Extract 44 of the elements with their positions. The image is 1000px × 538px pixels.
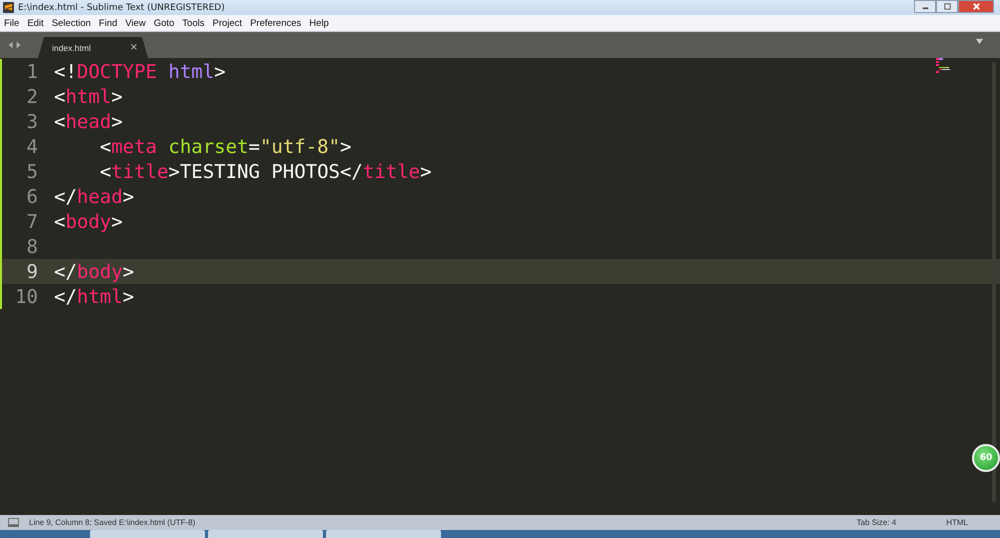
- menu-item[interactable]: Help: [309, 18, 329, 28]
- code-line: 10 </html>: [0, 284, 1000, 309]
- line-number: 2: [26, 86, 38, 108]
- line-number: 7: [26, 210, 38, 232]
- line-number: 4: [26, 136, 38, 158]
- menu-item[interactable]: Project: [212, 18, 242, 28]
- close-icon: [972, 2, 980, 11]
- code-line: 2 <html>: [0, 84, 1000, 109]
- minimap: [936, 58, 950, 73]
- status-message: Line 9, Column 8; Saved E:\index.html (UTF-8): [29, 518, 196, 527]
- code-line: 1 <!DOCTYPE html>: [0, 59, 1000, 84]
- speed-badge: 60: [972, 444, 1000, 472]
- menu-item[interactable]: Edit: [27, 18, 44, 28]
- syntax-mode[interactable]: HTML: [946, 518, 968, 527]
- maximize-button[interactable]: [936, 0, 958, 13]
- menu-item[interactable]: Preferences: [250, 18, 302, 28]
- code-line: 7 <body>: [0, 209, 1000, 234]
- menu-item[interactable]: Tools: [182, 18, 204, 28]
- panel-icon[interactable]: [8, 518, 19, 527]
- close-tab-button[interactable]: ×: [130, 42, 138, 53]
- line-number: 10: [14, 286, 38, 308]
- minimize-button[interactable]: [914, 0, 936, 13]
- code-line: 4 <meta charset="utf-8">: [0, 134, 1000, 159]
- file-tab[interactable]: index.html ×: [38, 37, 148, 58]
- menu-item[interactable]: Find: [98, 18, 118, 28]
- dropdown-icon[interactable]: [975, 38, 984, 45]
- code-line: 5 <title>TESTING PHOTOS</title>: [0, 159, 1000, 184]
- line-number: 8: [26, 236, 38, 258]
- menu-item[interactable]: Goto: [154, 18, 174, 28]
- line-number: 6: [26, 186, 38, 208]
- menu-item[interactable]: File: [4, 18, 20, 28]
- maximize-icon: [942, 2, 952, 11]
- line-number: 3: [26, 110, 38, 132]
- menu-item[interactable]: View: [125, 18, 146, 28]
- tab-size[interactable]: Tab Size: 4: [856, 518, 896, 527]
- app-logo-icon: [3, 2, 14, 13]
- code-line: 3 <head>: [0, 109, 1000, 134]
- menu-item[interactable]: Selection: [52, 18, 91, 28]
- line-number: 5: [26, 160, 38, 182]
- window-title: E:\index.html - Sublime Text (UNREGISTERED): [18, 2, 225, 12]
- line-number: 9: [26, 260, 38, 282]
- code-line: 6 </head>: [0, 184, 1000, 209]
- line-number: 1: [26, 60, 38, 82]
- close-button[interactable]: [958, 0, 994, 13]
